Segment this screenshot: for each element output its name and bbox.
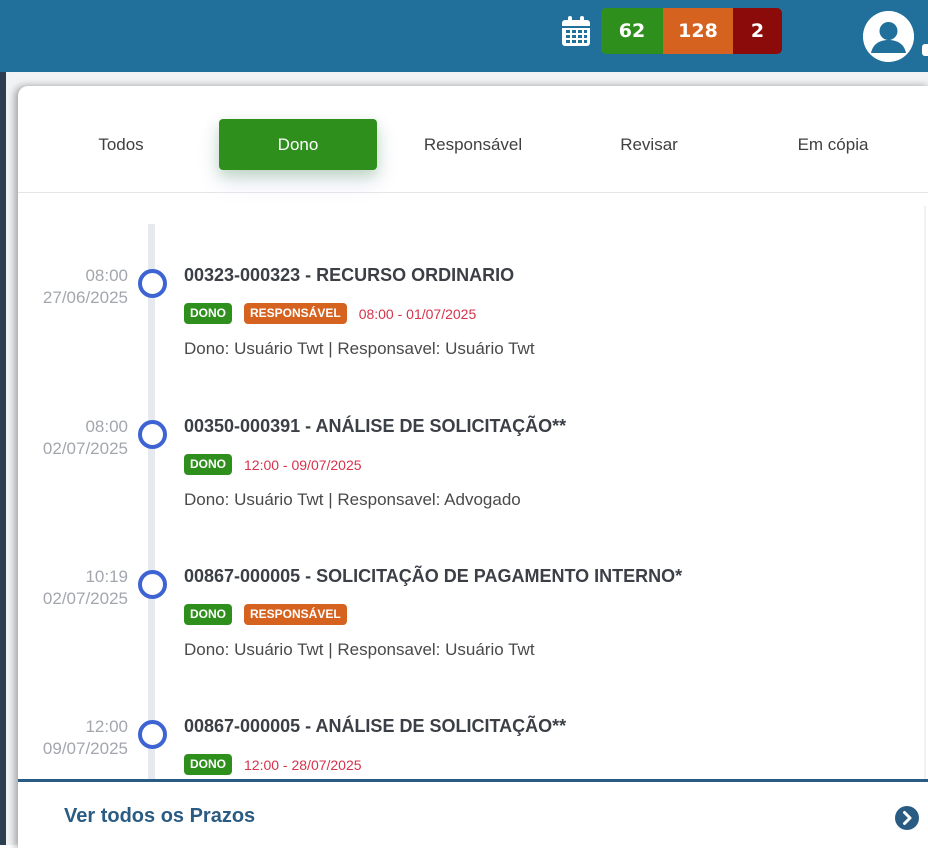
timeline-entry[interactable]: 10:19 02/07/2025 00867-000005 - SOLICITAÇ… [18, 507, 928, 659]
entry-title[interactable]: 00867-000005 - SOLICITAÇÃO DE PAGAMENTO … [184, 566, 682, 587]
badge-dono: DONO [184, 303, 232, 324]
timeline-entry[interactable]: 12:00 09/07/2025 00867-000005 - ANÁLISE D… [18, 657, 928, 780]
entry-due: 12:00 - 28/07/2025 [244, 756, 362, 773]
user-avatar-icon[interactable] [863, 11, 914, 62]
entry-due: 08:00 - 01/07/2025 [358, 305, 477, 322]
entry-time: 08:00 02/07/2025 [42, 417, 128, 458]
background-edge [0, 72, 6, 845]
entry-subtext: Dono: Usuário Twt | Responsavel: Usuário… [184, 339, 535, 358]
badge-dono: DONO [184, 454, 232, 475]
footer-divider [18, 779, 928, 782]
badge-responsavel: RESPONSÁVEL [244, 604, 347, 625]
timeline-dot-icon [138, 269, 167, 298]
chevron-right-circle-icon[interactable] [895, 806, 919, 830]
tab-todos[interactable]: Todos [68, 119, 174, 170]
tab-em-copia[interactable]: Em cópia [777, 119, 889, 170]
timeline-dot-icon [138, 570, 167, 599]
entry-time: 12:00 09/07/2025 [42, 717, 128, 758]
tab-dono[interactable]: Dono [219, 119, 377, 170]
top-bar [0, 0, 928, 72]
entry-title[interactable]: 00323-000323 - RECURSO ORDINARIO [184, 265, 514, 286]
timeline-entry[interactable]: 08:00 02/07/2025 00350-000391 - ANÁLISE D… [18, 357, 928, 509]
user-menu-caret-icon[interactable] [922, 44, 928, 56]
count-green[interactable]: 62 [601, 8, 663, 54]
deadline-counters: 62 128 2 [601, 8, 782, 54]
deadlines-panel: Todos Dono Responsável Revisar Em cópia … [18, 86, 928, 848]
calendar-icon[interactable] [561, 16, 591, 47]
entry-badges: DONO RESPONSÁVEL 08:00 - 01/07/2025 [184, 303, 476, 324]
timeline-entry[interactable]: 08:00 27/06/2025 00323-000323 - RECURSO O… [18, 206, 928, 358]
count-orange[interactable]: 128 [663, 8, 733, 54]
timeline: 08:00 27/06/2025 00323-000323 - RECURSO O… [18, 206, 928, 780]
entry-due: 12:00 - 09/07/2025 [244, 456, 362, 473]
entry-time: 10:19 02/07/2025 [42, 567, 128, 608]
tab-responsavel[interactable]: Responsável [413, 119, 533, 170]
timeline-dot-icon [138, 720, 167, 749]
view-all-deadlines-link[interactable]: Ver todos os Prazos [64, 805, 255, 828]
entry-title[interactable]: 00867-000005 - ANÁLISE DE SOLICITAÇÃO** [184, 716, 566, 737]
tabs-divider [18, 192, 928, 193]
timeline-dot-icon [138, 420, 167, 449]
entry-badges: DONO 12:00 - 28/07/2025 [184, 754, 362, 775]
badge-dono: DONO [184, 754, 232, 775]
badge-dono: DONO [184, 604, 232, 625]
badge-responsavel: RESPONSÁVEL [244, 303, 347, 324]
count-red[interactable]: 2 [733, 8, 782, 54]
entry-badges: DONO 12:00 - 09/07/2025 [184, 454, 362, 475]
entry-time: 08:00 27/06/2025 [42, 266, 128, 307]
tab-revisar[interactable]: Revisar [598, 119, 700, 170]
entry-badges: DONO RESPONSÁVEL [184, 604, 347, 625]
entry-title[interactable]: 00350-000391 - ANÁLISE DE SOLICITAÇÃO** [184, 416, 566, 437]
